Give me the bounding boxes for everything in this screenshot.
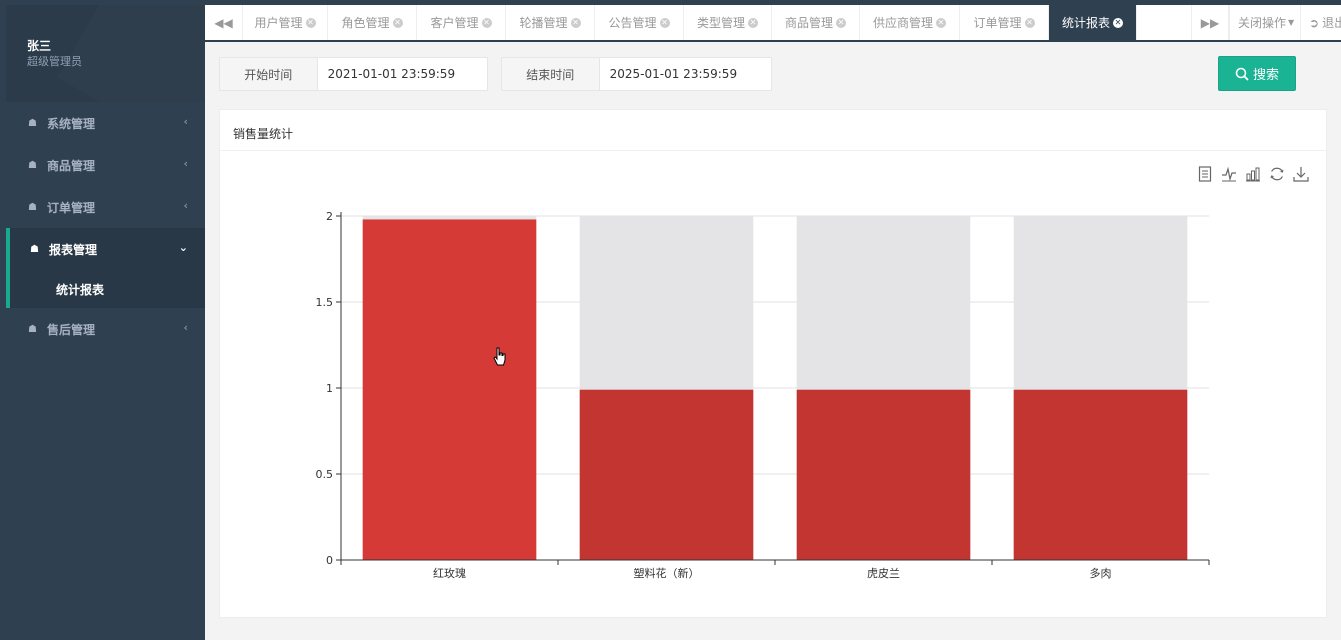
sidebar-subitem-statistics[interactable]: 统计报表	[10, 270, 205, 308]
search-label: 搜索	[1252, 68, 1279, 83]
close-icon[interactable]: ✕	[570, 17, 581, 28]
start-time-label: 开始时间	[220, 58, 318, 90]
home-icon: ☗	[28, 323, 37, 335]
tab-products[interactable]: 商品管理 ✕	[772, 5, 860, 40]
tab-label: 轮播管理	[519, 16, 568, 30]
tab-label: 客户管理	[430, 16, 479, 30]
search-button[interactable]: 搜索	[1218, 56, 1296, 91]
tab-label: 统计报表	[1061, 16, 1110, 30]
user-role: 超级管理员	[27, 55, 82, 68]
close-icon[interactable]: ✕	[305, 17, 316, 28]
y-tick-label: 2	[326, 210, 333, 223]
close-icon[interactable]: ✕	[481, 17, 492, 28]
app-root: 张三 超级管理员 ☗ 系统管理 ‹ ☗ 商品管理 ‹ ☗ 订单管理 ‹ ☗ 报表…	[6, 5, 1341, 640]
sidebar: 张三 超级管理员 ☗ 系统管理 ‹ ☗ 商品管理 ‹ ☗ 订单管理 ‹ ☗ 报表…	[6, 5, 205, 640]
tab-suppliers[interactable]: 供应商管理 ✕	[860, 5, 960, 40]
tab-label: 订单管理	[973, 16, 1022, 30]
user-name: 张三	[27, 39, 52, 53]
sidebar-item-orders[interactable]: ☗ 订单管理 ‹	[6, 186, 205, 228]
double-chevron-right-icon: ▶▶	[1200, 15, 1220, 30]
bar	[796, 389, 971, 560]
tab-label: 公告管理	[608, 16, 657, 30]
y-tick-label: 1.5	[316, 296, 334, 309]
logout-label: 退出	[1322, 16, 1341, 30]
close-icon[interactable]: ✕	[659, 17, 670, 28]
chevron-down-icon: ⌄	[178, 241, 188, 254]
home-icon: ☗	[30, 243, 39, 255]
home-icon: ☗	[28, 201, 37, 213]
tab-users[interactable]: 用户管理 ✕	[243, 5, 328, 40]
tab-label: 用户管理	[254, 16, 303, 30]
home-icon: ☗	[28, 117, 37, 129]
tabs-scroll-right-button[interactable]: ▶▶	[1191, 5, 1229, 40]
home-icon: ☗	[28, 159, 37, 171]
sign-out-icon: ➲	[1309, 15, 1320, 30]
tab-customers[interactable]: 客户管理 ✕	[417, 5, 506, 40]
y-tick-label: 1	[326, 382, 333, 395]
x-tick-label: 塑料花（新）	[634, 566, 700, 580]
x-tick-label: 红玫瑰	[433, 566, 466, 580]
tab-roles[interactable]: 角色管理 ✕	[328, 5, 417, 40]
tab-announcements[interactable]: 公告管理 ✕	[595, 5, 684, 40]
x-tick-label: 虎皮兰	[867, 567, 900, 580]
sidebar-item-products[interactable]: ☗ 商品管理 ‹	[6, 144, 205, 186]
sidebar-group-reports: ☗ 报表管理 ⌄ 统计报表	[6, 228, 205, 308]
sidebar-item-label: 商品管理	[47, 158, 96, 173]
logout-button[interactable]: ➲退出	[1300, 5, 1341, 40]
tab-bar: ◀◀ 用户管理 ✕ 角色管理 ✕ 客户管理 ✕ 轮播管理 ✕ 公告管理 ✕ 类型管理 ✕ 商…	[205, 5, 1341, 42]
close-operations-label: 关闭操作	[1238, 16, 1287, 30]
close-operations-dropdown[interactable]: 关闭操作 ▼	[1229, 5, 1300, 40]
close-icon[interactable]: ✕	[936, 17, 946, 28]
bar	[362, 219, 537, 560]
y-tick-label: 0.5	[316, 468, 334, 481]
y-tick-label: 0	[326, 554, 333, 567]
sales-chart-panel: 销售量统计 0 0.5 1 1.5 2 红玫瑰 塑料花（新） 虎皮兰 多肉	[219, 109, 1327, 618]
sidebar-item-label: 订单管理	[47, 200, 96, 215]
chevron-left-icon: ‹	[183, 321, 188, 334]
chevron-left-icon: ‹	[183, 199, 188, 212]
sidebar-item-system[interactable]: ☗ 系统管理 ‹	[6, 102, 205, 144]
x-tick-label: 多肉	[1090, 566, 1112, 580]
chevron-left-icon: ‹	[183, 115, 188, 128]
search-icon	[1235, 67, 1249, 81]
tab-orders[interactable]: 订单管理 ✕	[960, 5, 1049, 40]
chevron-left-icon: ‹	[183, 157, 188, 170]
tab-label: 角色管理	[341, 16, 390, 30]
end-time-input[interactable]: 2025-01-01 23:59:59	[600, 58, 771, 90]
bar	[579, 389, 754, 560]
sidebar-item-reports[interactable]: ☗ 报表管理 ⌄	[10, 228, 205, 270]
user-profile[interactable]: 张三 超级管理员	[6, 5, 205, 102]
tab-statistics-report[interactable]: 统计报表 ✕	[1049, 5, 1137, 40]
hand-cursor-icon	[493, 347, 506, 366]
sales-bar-chart: 0 0.5 1 1.5 2 红玫瑰 塑料花（新） 虎皮兰 多肉	[316, 210, 1210, 580]
sidebar-item-after-sales[interactable]: ☗ 售后管理 ‹	[6, 308, 205, 350]
close-icon[interactable]: ✕	[1024, 17, 1035, 28]
close-icon[interactable]: ✕	[392, 17, 403, 28]
double-chevron-left-icon: ◀◀	[214, 15, 233, 30]
tab-label: 类型管理	[696, 16, 745, 30]
tab-label: 商品管理	[784, 16, 833, 30]
sidebar-item-label: 售后管理	[47, 322, 96, 337]
end-time-group: 结束时间 2025-01-01 23:59:59	[501, 57, 772, 91]
caret-down-icon: ▼	[1288, 18, 1295, 27]
close-icon[interactable]: ✕	[748, 17, 758, 28]
sidebar-item-label: 报表管理	[49, 242, 98, 257]
tab-types[interactable]: 类型管理 ✕	[684, 5, 772, 40]
tab-label: 供应商管理	[872, 16, 933, 30]
sidebar-item-label: 系统管理	[47, 116, 96, 131]
tab-carousel[interactable]: 轮播管理 ✕	[506, 5, 595, 40]
close-icon[interactable]: ✕	[1113, 17, 1123, 28]
end-time-label: 结束时间	[502, 58, 600, 90]
close-icon[interactable]: ✕	[836, 17, 846, 28]
bar	[1013, 389, 1188, 560]
start-time-group: 开始时间 2021-01-01 23:59:59	[219, 57, 488, 91]
tabs-scroll-left-button[interactable]: ◀◀	[205, 5, 243, 40]
start-time-input[interactable]: 2021-01-01 23:59:59	[318, 58, 487, 90]
sidebar-subitem-label: 统计报表	[56, 282, 105, 297]
